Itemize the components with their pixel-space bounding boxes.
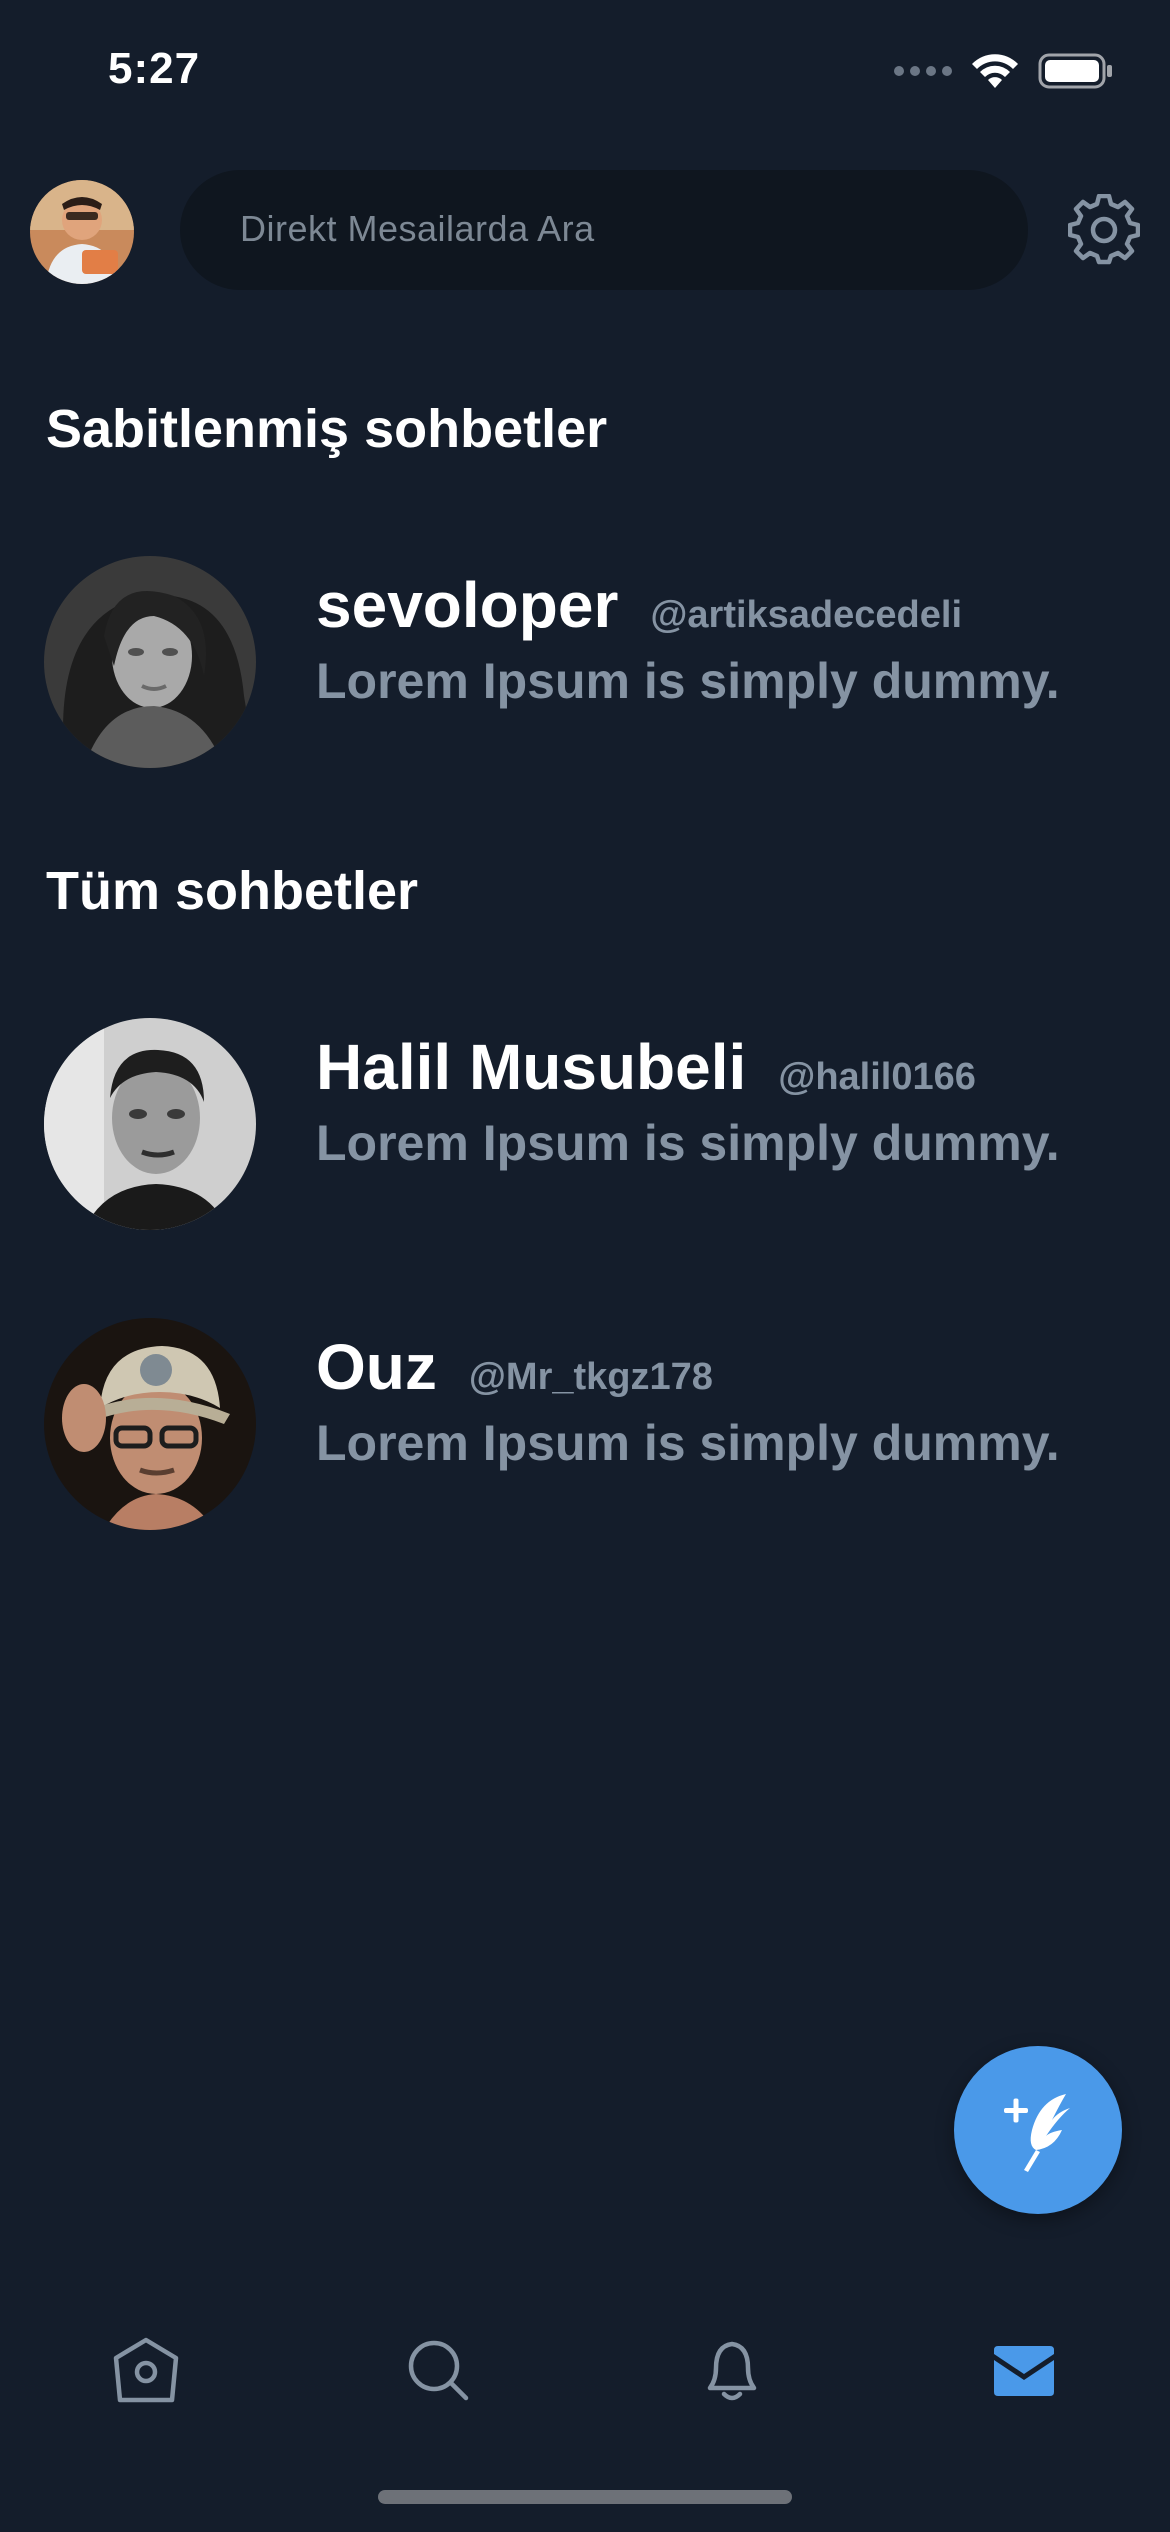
chat-name: Halil Musubeli bbox=[316, 1031, 747, 1103]
chat-preview: Lorem Ipsum is simply dummy. bbox=[316, 653, 1060, 709]
chat-handle: @Mr_tkgz178 bbox=[468, 1356, 713, 1398]
home-indicator bbox=[378, 2490, 792, 2504]
tab-search[interactable] bbox=[378, 2310, 498, 2430]
wifi-icon bbox=[972, 54, 1018, 88]
chat-header: Halil Musubeli @halil0166 bbox=[316, 1030, 976, 1104]
search-input[interactable]: Direkt Mesailarda Ara bbox=[180, 170, 1028, 290]
chat-row-pinned[interactable]: sevoloper @artiksadecedeli Lorem Ipsum i… bbox=[0, 556, 1170, 776]
bell-icon bbox=[707, 2341, 757, 2401]
chat-handle: @halil0166 bbox=[778, 1056, 976, 1098]
pinned-section-title: Sabitlenmiş sohbetler bbox=[46, 399, 608, 459]
tab-home[interactable] bbox=[86, 2310, 206, 2430]
chat-row[interactable]: Ouz @Mr_tkgz178 Lorem Ipsum is simply du… bbox=[0, 1318, 1170, 1538]
search-icon bbox=[408, 2340, 469, 2401]
mail-icon bbox=[994, 2346, 1054, 2396]
chat-avatar bbox=[44, 1318, 256, 1530]
search-placeholder: Direkt Mesailarda Ara bbox=[240, 208, 595, 249]
chat-header: sevoloper @artiksadecedeli bbox=[316, 568, 962, 642]
chat-preview: Lorem Ipsum is simply dummy. bbox=[316, 1115, 1060, 1171]
tab-messages[interactable] bbox=[964, 2310, 1084, 2430]
new-message-button[interactable] bbox=[954, 2046, 1122, 2214]
chat-row[interactable]: Halil Musubeli @halil0166 Lorem Ipsum is… bbox=[0, 1018, 1170, 1238]
chat-name: sevoloper bbox=[316, 569, 619, 641]
status-time: 5:27 bbox=[108, 44, 201, 93]
gear-icon bbox=[1067, 193, 1141, 265]
chat-header: Ouz @Mr_tkgz178 bbox=[316, 1330, 713, 1404]
status-icons bbox=[894, 52, 1114, 90]
battery-icon bbox=[1038, 53, 1112, 89]
chat-name: Ouz bbox=[316, 1331, 437, 1403]
compose-feather-icon bbox=[1004, 2094, 1070, 2172]
settings-button[interactable] bbox=[1067, 193, 1141, 266]
chat-preview: Lorem Ipsum is simply dummy. bbox=[316, 1415, 1060, 1471]
status-bar: 5:27 bbox=[0, 0, 1170, 150]
chat-avatar bbox=[44, 1018, 256, 1230]
profile-avatar[interactable] bbox=[30, 180, 134, 284]
tab-notifications[interactable] bbox=[672, 2310, 792, 2430]
cellular-signal-icon bbox=[894, 66, 952, 76]
all-chats-section-title: Tüm sohbetler bbox=[46, 861, 419, 921]
chat-handle: @artiksadecedeli bbox=[650, 594, 963, 636]
chat-avatar bbox=[44, 556, 256, 768]
header: Direkt Mesailarda Ara bbox=[0, 170, 1170, 292]
home-icon bbox=[113, 2337, 179, 2403]
